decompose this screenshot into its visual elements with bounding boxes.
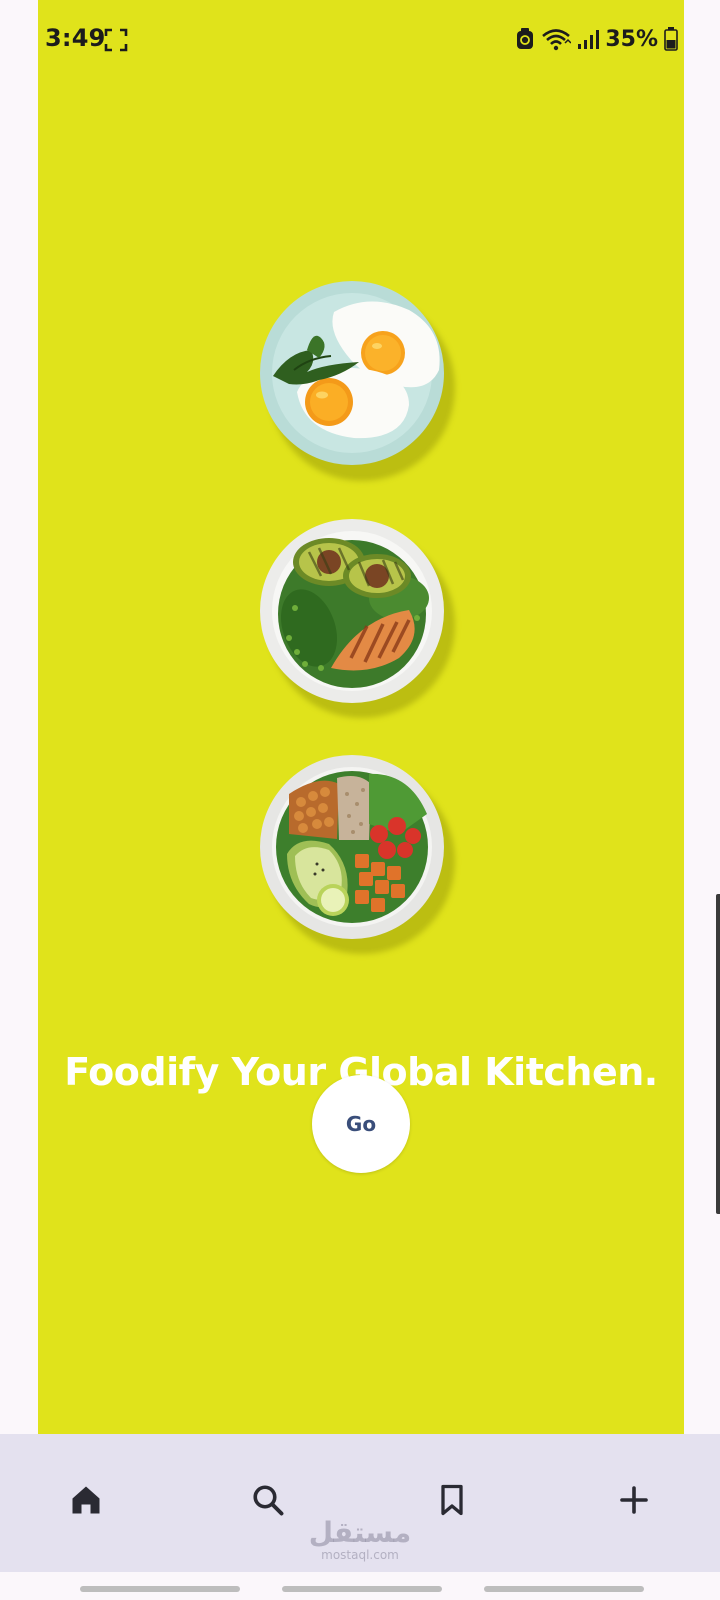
splash-screen: 3:49 35% Foodify Your Global Kitchen. Go [38,0,684,1434]
home-icon [72,1486,100,1514]
nav-home[interactable] [58,1472,114,1528]
fried-eggs-plate [260,281,444,465]
search-icon [253,1485,284,1516]
screenshot-icon [104,28,128,52]
watermark-arabic: مستقل [308,1516,412,1549]
plus-icon [620,1486,648,1514]
watermark-latin: mostaql.com [321,1548,399,1562]
nav-bookmarks[interactable] [424,1472,480,1528]
status-time: 3:49 [45,24,106,52]
gesture-bar-right[interactable] [484,1586,644,1592]
status-icons: 35% [515,24,678,54]
battery-percent: 35% [605,26,658,52]
battery-icon [664,27,678,51]
alarm-icon [517,28,534,49]
avocado-chicken-salad-plate [260,519,444,703]
nav-add[interactable] [606,1472,662,1528]
grain-veggie-bowl-plate [260,755,444,939]
gesture-bar-center[interactable] [282,1586,442,1592]
status-bar: 3:49 35% [38,0,684,80]
gesture-bar-left[interactable] [80,1586,240,1592]
scroll-handle[interactable] [716,894,720,1214]
go-button[interactable]: Go [312,1075,410,1173]
nav-search[interactable] [240,1472,296,1528]
watermark: مستقل mostaql.com [300,1516,420,1563]
bottom-nav: مستقل mostaql.com [0,1434,720,1572]
signal-icon [578,30,600,49]
wifi-icon [542,29,572,51]
bookmark-icon [441,1484,463,1516]
